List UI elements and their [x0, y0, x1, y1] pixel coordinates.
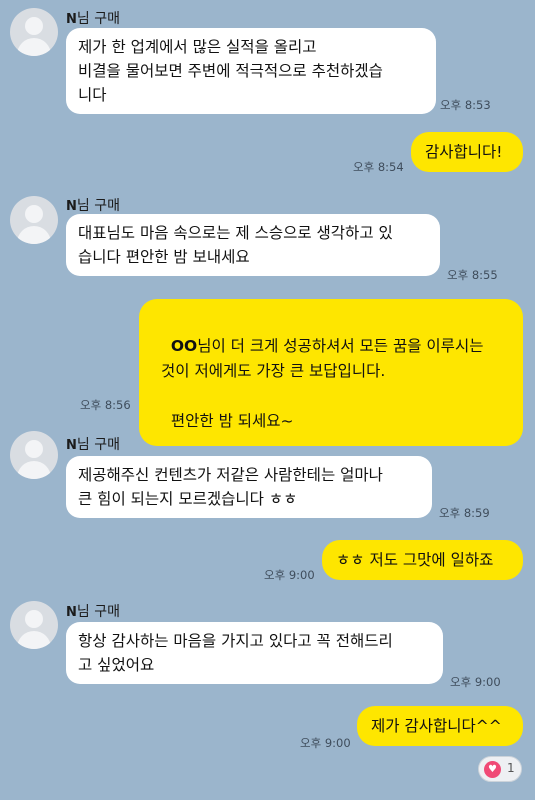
avatar-head — [25, 610, 43, 628]
avatar[interactable] — [10, 431, 58, 479]
message-bubble-outgoing[interactable]: 감사합니다! — [411, 132, 523, 172]
sender-label: 님 구매 — [76, 198, 120, 214]
sender-name: N님 구매 — [66, 434, 120, 454]
message-time: 오후 8:55 — [447, 268, 498, 282]
reaction-count: 1 — [507, 761, 515, 775]
message-bubble-incoming[interactable]: 제공해주신 컨텐츠가 저같은 사람한테는 얼마나 큰 힘이 되는지 모르겠습니다… — [66, 456, 432, 518]
avatar-head — [25, 440, 43, 458]
sender-label: 님 구매 — [76, 11, 120, 27]
message-bubble-incoming[interactable]: 대표님도 마음 속으로는 제 스승으로 생각하고 있 습니다 편안한 밤 보내세… — [66, 214, 440, 276]
message-bubble-incoming[interactable]: 제가 한 업계에서 많은 실적을 올리고 비결을 물어보면 주변에 적극적으로 … — [66, 28, 436, 114]
sender-initial: N — [66, 438, 77, 453]
sender-name: N님 구매 — [66, 8, 120, 28]
message-bubble-outgoing[interactable]: ㅎㅎ 저도 그맛에 일하죠 — [322, 540, 523, 580]
avatar-body — [17, 461, 51, 479]
avatar-body — [17, 38, 51, 56]
recipient-placeholder: OO — [170, 337, 198, 355]
avatar-head — [25, 205, 43, 223]
sender-initial: N — [66, 199, 77, 214]
message-text: 님이 더 크게 성공하셔서 모든 꿈을 이루시는 것이 저에게도 가장 큰 보답… — [161, 337, 484, 430]
sender-initial: N — [66, 12, 77, 27]
avatar-body — [17, 631, 51, 649]
message-bubble-outgoing[interactable]: OO님이 더 크게 성공하셔서 모든 꿈을 이루시는 것이 저에게도 가장 큰 … — [139, 299, 523, 446]
avatar-body — [17, 226, 51, 244]
sender-label: 님 구매 — [76, 437, 120, 453]
message-time: 오후 8:53 — [440, 98, 491, 112]
message-time: 오후 8:54 — [353, 160, 404, 174]
reaction-badge[interactable]: ♥ 1 — [478, 756, 522, 782]
sender-name: N님 구매 — [66, 195, 120, 215]
message-time: 오후 9:00 — [264, 568, 315, 582]
message-time: 오후 8:56 — [80, 398, 131, 412]
message-bubble-outgoing[interactable]: 제가 감사합니다^^ — [357, 706, 523, 746]
avatar[interactable] — [10, 601, 58, 649]
avatar[interactable] — [10, 196, 58, 244]
sender-initial: N — [66, 605, 77, 620]
sender-name: N님 구매 — [66, 601, 120, 621]
message-time: 오후 8:59 — [439, 506, 490, 520]
message-time: 오후 9:00 — [300, 736, 351, 750]
message-bubble-incoming[interactable]: 항상 감사하는 마음을 가지고 있다고 꼭 전해드리 고 싶었어요 — [66, 622, 443, 684]
avatar[interactable] — [10, 8, 58, 56]
avatar-head — [25, 17, 43, 35]
sender-label: 님 구매 — [76, 604, 120, 620]
heart-icon: ♥ — [484, 761, 501, 778]
message-time: 오후 9:00 — [450, 675, 501, 689]
